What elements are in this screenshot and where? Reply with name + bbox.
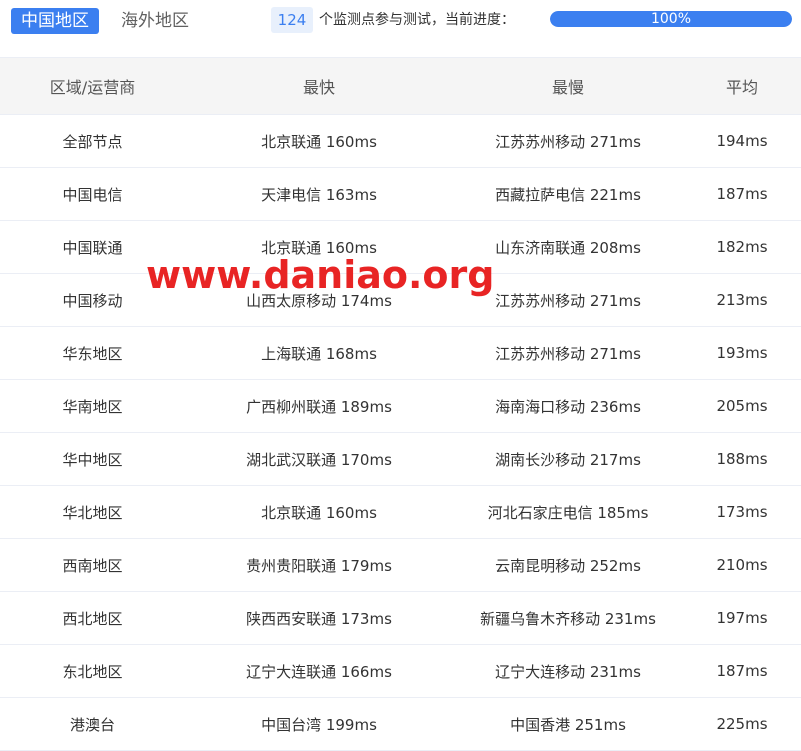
cell-average: 173ms — [683, 485, 801, 539]
cell-fastest: 广西柳州联通 189ms — [185, 379, 453, 433]
cell-average: 210ms — [683, 538, 801, 592]
table-row: 华南地区 广西柳州联通 189ms 海南海口移动 236ms 205ms — [0, 379, 801, 433]
table-row: 中国电信 天津电信 163ms 西藏拉萨电信 221ms 187ms — [0, 167, 801, 221]
cell-slowest: 河北石家庄电信 185ms — [453, 485, 683, 539]
table-row: 西北地区 陕西西安联通 173ms 新疆乌鲁木齐移动 231ms 197ms — [0, 591, 801, 645]
cell-region: 西北地区 — [0, 591, 185, 645]
cell-region: 华中地区 — [0, 432, 185, 486]
cell-average: 193ms — [683, 326, 801, 380]
header-fastest: 最快 — [185, 57, 453, 115]
cell-average: 197ms — [683, 591, 801, 645]
cell-average: 225ms — [683, 697, 801, 751]
cell-fastest: 北京联通 160ms — [185, 220, 453, 274]
cell-region: 中国移动 — [0, 273, 185, 327]
table-row: 全部节点 北京联通 160ms 江苏苏州移动 271ms 194ms — [0, 114, 801, 168]
cell-region: 华东地区 — [0, 326, 185, 380]
cell-slowest: 江苏苏州移动 271ms — [453, 326, 683, 380]
cell-region: 华南地区 — [0, 379, 185, 433]
cell-average: 213ms — [683, 273, 801, 327]
cell-slowest: 山东济南联通 208ms — [453, 220, 683, 274]
cell-slowest: 西藏拉萨电信 221ms — [453, 167, 683, 221]
progress-bar: 100% — [550, 11, 792, 27]
cell-fastest: 山西太原移动 174ms — [185, 273, 453, 327]
cell-fastest: 北京联通 160ms — [185, 114, 453, 168]
cell-fastest: 贵州贵阳联通 179ms — [185, 538, 453, 592]
cell-slowest: 江苏苏州移动 271ms — [453, 114, 683, 168]
cell-average: 194ms — [683, 114, 801, 168]
cell-slowest: 江苏苏州移动 271ms — [453, 273, 683, 327]
header-region-carrier: 区域/运营商 — [0, 57, 185, 115]
cell-region: 全部节点 — [0, 114, 185, 168]
progress-percent-label: 100% — [650, 11, 692, 27]
cell-slowest: 辽宁大连移动 231ms — [453, 644, 683, 698]
table-header-row: 区域/运营商 最快 最慢 平均 — [0, 57, 801, 115]
cell-region: 东北地区 — [0, 644, 185, 698]
cell-slowest: 云南昆明移动 252ms — [453, 538, 683, 592]
header-slowest: 最慢 — [453, 57, 683, 115]
cell-fastest: 天津电信 163ms — [185, 167, 453, 221]
tab-overseas-region[interactable]: 海外地区 — [110, 8, 200, 34]
cell-slowest: 中国香港 251ms — [453, 697, 683, 751]
cell-region: 中国联通 — [0, 220, 185, 274]
table-row: 中国联通 北京联通 160ms 山东济南联通 208ms 182ms — [0, 220, 801, 274]
tab-china-region[interactable]: 中国地区 — [11, 8, 99, 34]
cell-region: 港澳台 — [0, 697, 185, 751]
cell-average: 188ms — [683, 432, 801, 486]
monitor-count-badge: 124 — [271, 7, 313, 33]
cell-average: 187ms — [683, 644, 801, 698]
cell-fastest: 上海联通 168ms — [185, 326, 453, 380]
cell-slowest: 海南海口移动 236ms — [453, 379, 683, 433]
cell-region: 华北地区 — [0, 485, 185, 539]
table-row: 华中地区 湖北武汉联通 170ms 湖南长沙移动 217ms 188ms — [0, 432, 801, 486]
table-row: 西南地区 贵州贵阳联通 179ms 云南昆明移动 252ms 210ms — [0, 538, 801, 592]
cell-average: 182ms — [683, 220, 801, 274]
top-bar: 中国地区 海外地区 124 个监测点参与测试，当前进度： 100% — [0, 0, 801, 44]
table-row: 港澳台 中国台湾 199ms 中国香港 251ms 225ms — [0, 697, 801, 751]
cell-slowest: 湖南长沙移动 217ms — [453, 432, 683, 486]
cell-region: 西南地区 — [0, 538, 185, 592]
cell-fastest: 辽宁大连联通 166ms — [185, 644, 453, 698]
cell-fastest: 湖北武汉联通 170ms — [185, 432, 453, 486]
table-row: 东北地区 辽宁大连联通 166ms 辽宁大连移动 231ms 187ms — [0, 644, 801, 698]
progress-status-text: 个监测点参与测试，当前进度： — [319, 12, 515, 28]
cell-slowest: 新疆乌鲁木齐移动 231ms — [453, 591, 683, 645]
cell-fastest: 陕西西安联通 173ms — [185, 591, 453, 645]
cell-fastest: 中国台湾 199ms — [185, 697, 453, 751]
table-row: 中国移动 山西太原移动 174ms 江苏苏州移动 271ms 213ms — [0, 273, 801, 327]
cell-average: 187ms — [683, 167, 801, 221]
cell-fastest: 北京联通 160ms — [185, 485, 453, 539]
results-table: 区域/运营商 最快 最慢 平均 全部节点 北京联通 160ms 江苏苏州移动 271… — [0, 57, 801, 751]
progress-bar-fill: 100% — [550, 11, 792, 27]
cell-average: 205ms — [683, 379, 801, 433]
header-average: 平均 — [683, 57, 801, 115]
cell-region: 中国电信 — [0, 167, 185, 221]
table-row: 华东地区 上海联通 168ms 江苏苏州移动 271ms 193ms — [0, 326, 801, 380]
table-row: 华北地区 北京联通 160ms 河北石家庄电信 185ms 173ms — [0, 485, 801, 539]
